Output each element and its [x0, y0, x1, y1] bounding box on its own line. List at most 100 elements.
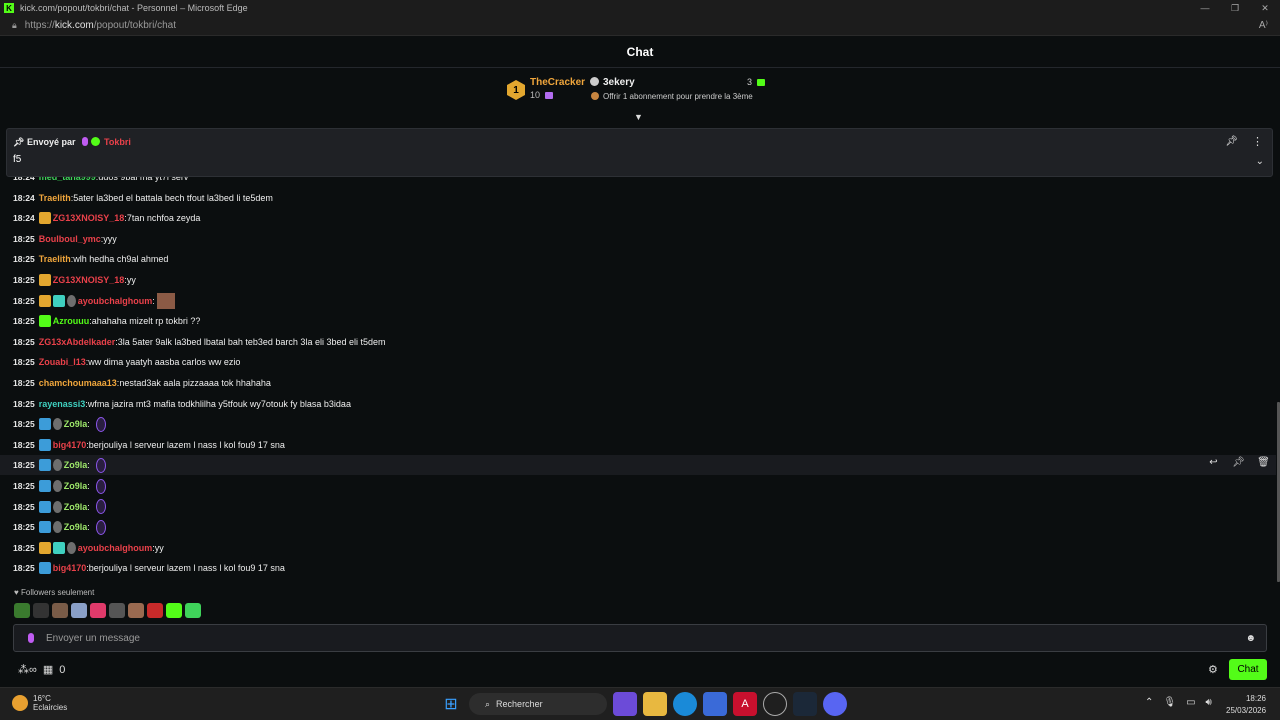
- chat-message[interactable]: 18:25 Boulboul_ymc: yyy: [0, 229, 1276, 249]
- top-gifter-name[interactable]: TheCracker: [530, 77, 585, 88]
- chat-message[interactable]: 18:25 rayenassi3: wfma jazira mt3 mafia t…: [0, 394, 1276, 414]
- pin-icon: 📌︎: [13, 137, 25, 147]
- emote-icon[interactable]: [52, 603, 68, 618]
- message-username[interactable]: ZG13xAbdelkader: [39, 337, 116, 347]
- message-username[interactable]: Traelith: [39, 193, 71, 203]
- message-username[interactable]: Zo9la: [64, 502, 88, 512]
- steam-icon[interactable]: [793, 692, 817, 716]
- message-username[interactable]: Boulboul_ymc: [39, 234, 101, 244]
- message-text: ddos 9bal ma yt7l serv: [98, 177, 189, 182]
- network-icon[interactable]: ▭: [1186, 697, 1195, 708]
- taskbar-search[interactable]: ⌕ Rechercher: [469, 693, 607, 715]
- message-timestamp: 18:25: [13, 563, 35, 574]
- emote-icon[interactable]: [90, 603, 106, 618]
- send-chat-button[interactable]: Chat: [1229, 659, 1267, 680]
- message-username[interactable]: ayoubchalghoum: [78, 296, 153, 306]
- emote-icon[interactable]: [128, 603, 144, 618]
- pin-icon[interactable]: 📌︎: [1230, 457, 1247, 468]
- message-username[interactable]: big4170: [53, 440, 87, 450]
- chat-message[interactable]: 18:24 med_taha999: ddos 9bal ma yt7l serv: [0, 177, 1276, 187]
- copilot-icon[interactable]: [613, 692, 637, 716]
- emote-icon[interactable]: [14, 603, 30, 618]
- message-username[interactable]: Azrouuu: [53, 316, 90, 326]
- message-input[interactable]: [46, 632, 1246, 644]
- chat-message[interactable]: 18:25 Zo9la:: [0, 497, 1276, 517]
- chevron-down-icon[interactable]: ⌄: [1256, 156, 1264, 167]
- message-username[interactable]: Zo9la: [64, 460, 88, 470]
- read-aloud-icon[interactable]: A⁾: [1259, 20, 1268, 31]
- file-explorer-icon[interactable]: [643, 692, 667, 716]
- restore-icon[interactable]: ❐: [1220, 0, 1250, 16]
- emote-icon[interactable]: [147, 603, 163, 618]
- address-bar[interactable]: 🔒︎ https://kick.com/popout/tokbri/chat A…: [0, 16, 1280, 36]
- message-timestamp: 18:24: [13, 192, 35, 203]
- message-username[interactable]: ZG13XNOISY_18: [53, 213, 125, 223]
- message-username[interactable]: Traelith: [39, 254, 71, 264]
- obs-icon[interactable]: [763, 692, 787, 716]
- chat-message[interactable]: 18:25 ayoubchalghoum: yy: [0, 538, 1276, 558]
- message-input-box[interactable]: ☻: [13, 624, 1267, 652]
- gift-offer-label: Offrir 1 abonnement pour prendre la 3ème: [603, 92, 753, 101]
- close-icon[interactable]: ✕: [1250, 0, 1280, 16]
- chat-message[interactable]: 18:25 ZG13xAbdelkader: 3la 5ater 9alk la3…: [0, 332, 1276, 352]
- emoji-icon[interactable]: ☻: [1245, 633, 1256, 644]
- message-separator: :: [87, 501, 90, 512]
- minimize-icon[interactable]: —: [1190, 0, 1220, 16]
- taskbar-clock[interactable]: 18:26 25/03/2026: [1226, 693, 1266, 717]
- emote-icon[interactable]: [109, 603, 125, 618]
- chat-message[interactable]: 18:25 Azrouuu: ahahaha mizelt rp tokbri ?…: [0, 311, 1276, 331]
- gift-offer-text[interactable]: Offrir 1 abonnement pour prendre la 3ème: [591, 92, 753, 101]
- chat-message[interactable]: 18:25 big4170: berjouliya l serveur lazem…: [0, 558, 1276, 578]
- microphone-icon[interactable]: 🎙︎: [1163, 697, 1176, 708]
- chat-message[interactable]: 18:25 Zo9la:: [0, 517, 1276, 537]
- windows-start-icon[interactable]: ⊞: [439, 692, 463, 716]
- message-username[interactable]: chamchoumaaa13: [39, 378, 117, 388]
- second-gifter-count: 3: [747, 77, 765, 87]
- chat-message[interactable]: 18:25 Zouabi_l13: ww dima yaatyh aasba ca…: [0, 352, 1276, 372]
- edge-icon[interactable]: [673, 692, 697, 716]
- points-icon[interactable]: ⁂∞: [18, 663, 37, 676]
- trash-icon[interactable]: 🗑︎: [1255, 457, 1272, 468]
- unpin-icon[interactable]: 📌︎: [1225, 136, 1238, 147]
- adobe-icon[interactable]: A: [733, 692, 757, 716]
- chat-message[interactable]: 18:25 ZG13XNOISY_18: yy: [0, 270, 1276, 290]
- chat-message[interactable]: 18:25 Zo9la: ↩ 📌︎ 🗑︎: [0, 455, 1276, 476]
- more-options-icon[interactable]: ⋮: [1252, 135, 1263, 148]
- message-username[interactable]: Zouabi_l13: [39, 357, 86, 367]
- emote-icon[interactable]: [71, 603, 87, 618]
- chat-message[interactable]: 18:25 Zo9la:: [0, 414, 1276, 434]
- message-username[interactable]: Zo9la: [64, 481, 88, 491]
- message-username[interactable]: big4170: [53, 563, 87, 573]
- message-username[interactable]: med_taha999: [39, 177, 96, 182]
- chat-message[interactable]: 18:24 Traelith: 5ater la3bed el battala b…: [0, 188, 1276, 208]
- message-username[interactable]: ZG13XNOISY_18: [53, 275, 125, 285]
- chat-message[interactable]: 18:24 ZG13XNOISY_18: 7tan nchfoa zeyda: [0, 208, 1276, 228]
- message-username[interactable]: Zo9la: [64, 522, 88, 532]
- message-username[interactable]: ayoubchalghoum: [78, 543, 153, 553]
- second-gifter[interactable]: 3ekery: [590, 77, 635, 88]
- chat-message[interactable]: 18:25 Traelith: wlh hedha ch9al ahmed: [0, 249, 1276, 269]
- reply-icon[interactable]: ↩: [1205, 457, 1222, 468]
- user-badge-icon: [52, 418, 62, 431]
- chat-message[interactable]: 18:25 Zo9la:: [0, 476, 1276, 496]
- emote-icon[interactable]: [185, 603, 201, 618]
- emote-icon[interactable]: [33, 603, 49, 618]
- emote-icon[interactable]: [166, 603, 182, 618]
- store-app-icon[interactable]: [703, 692, 727, 716]
- store-icon[interactable]: ▦: [43, 663, 53, 676]
- weather-widget[interactable]: 16°C Eclaircies: [12, 694, 67, 712]
- volume-icon[interactable]: 🔊︎: [1206, 697, 1212, 708]
- gear-icon[interactable]: ⚙: [1208, 663, 1218, 676]
- message-username[interactable]: rayenassi3: [39, 399, 86, 409]
- chat-message[interactable]: 18:25 chamchoumaaa13: nestad3ak aala pizz…: [0, 373, 1276, 393]
- emote-icon: [95, 499, 106, 515]
- emote-icon: [95, 478, 106, 494]
- lock-icon[interactable]: 🔒︎: [12, 20, 17, 31]
- chevron-up-icon[interactable]: ⌃: [1145, 697, 1153, 708]
- collapse-leaderboard-icon[interactable]: ▼: [634, 112, 643, 122]
- discord-icon[interactable]: [823, 692, 847, 716]
- message-username[interactable]: Zo9la: [64, 419, 88, 429]
- chat-message[interactable]: 18:25 ayoubchalghoum:: [0, 291, 1276, 311]
- chat-message[interactable]: 18:25 big4170: berjouliya l serveur lazem…: [0, 435, 1276, 455]
- pinned-user[interactable]: Tokbri: [104, 137, 131, 147]
